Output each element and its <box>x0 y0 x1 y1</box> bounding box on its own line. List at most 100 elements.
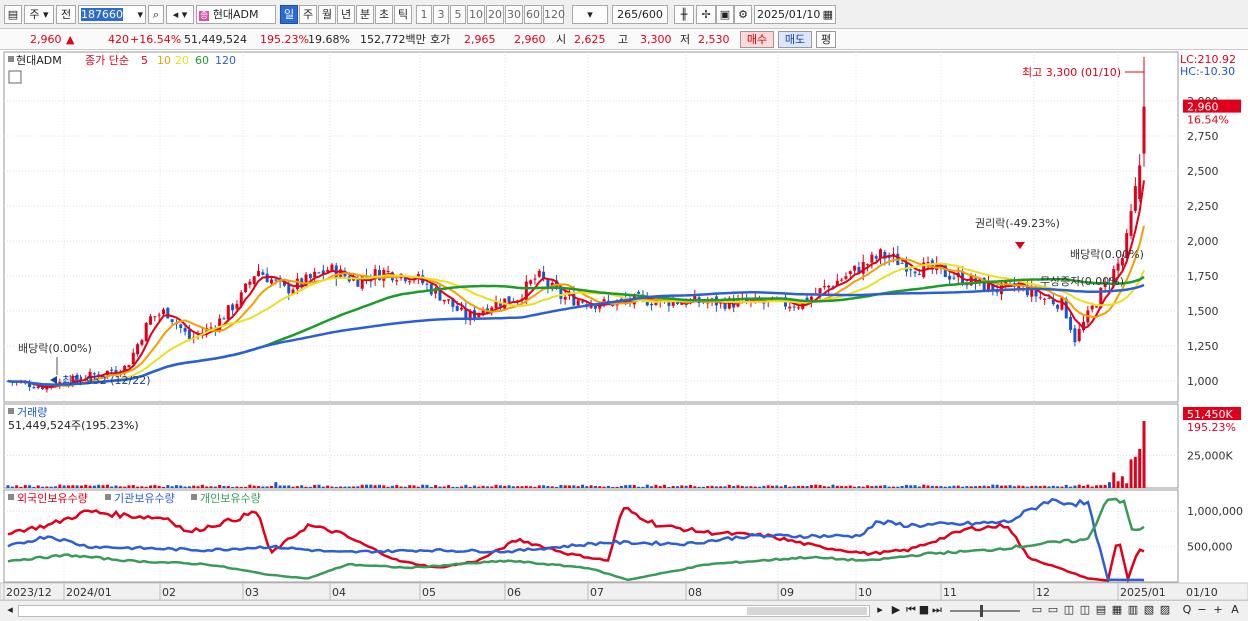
interval-button-6[interactable]: 60 <box>524 5 542 24</box>
period-button-2[interactable]: 월 <box>318 5 336 24</box>
layout-icon-3[interactable]: ◫ <box>1062 603 1076 617</box>
volume-bar <box>334 486 338 488</box>
period-button-5[interactable]: 초 <box>375 5 393 24</box>
volume-bar <box>697 486 701 488</box>
interval-button-5[interactable]: 30 <box>505 5 523 24</box>
buy-button[interactable]: 매수 <box>740 31 774 48</box>
stop-icon[interactable]: ■ <box>918 603 930 617</box>
volume-bar <box>1099 485 1103 488</box>
low-price: 2,530 <box>698 33 730 46</box>
period-button-3[interactable]: 년 <box>337 5 355 24</box>
window-menu-icon[interactable]: ▤ <box>4 5 22 24</box>
volume-bar <box>719 486 723 488</box>
interval-dropdown[interactable]: ▾ <box>572 5 608 24</box>
volume-bar <box>347 486 351 488</box>
interval-button-7[interactable]: 120 <box>543 5 565 24</box>
volume-bar <box>123 486 127 488</box>
candle-type-icon[interactable]: ╫ <box>674 5 694 24</box>
scroll-left-icon[interactable]: ◂ <box>4 603 16 617</box>
volume-bar <box>779 486 783 488</box>
scroll-right-icon[interactable]: ▸ <box>874 603 886 617</box>
interval-button-0[interactable]: 1 <box>416 5 432 24</box>
zoom-slider-handle[interactable] <box>980 605 983 617</box>
zoom-search-icon[interactable]: Q <box>1180 603 1194 617</box>
layout-icon-2[interactable]: ▭ <box>1046 603 1060 617</box>
holdings-legend-square <box>105 494 111 500</box>
volume-bar <box>1086 484 1090 488</box>
auto-scale-icon[interactable]: A <box>1228 603 1242 617</box>
eval-button[interactable]: 평 <box>816 31 836 48</box>
legend-ma-60: 60 <box>195 54 209 67</box>
layout-icon-9[interactable]: ▨ <box>1158 603 1172 617</box>
volume-bar <box>494 484 498 488</box>
volume-bar <box>874 485 878 488</box>
period-button-0[interactable]: 일 <box>280 5 298 24</box>
calendar-icon[interactable]: ▦ <box>823 6 835 23</box>
volume-bar <box>688 484 692 488</box>
high-price: 3,300 <box>640 33 672 46</box>
layout-icon-4[interactable]: ◫ <box>1078 603 1092 617</box>
play-icon[interactable]: ▶ <box>890 603 902 617</box>
candle-body <box>507 296 511 303</box>
candle-body <box>1142 106 1146 154</box>
volume-bar <box>403 486 407 488</box>
speaker-icon[interactable]: ◂ ▾ <box>166 5 194 24</box>
candle-body <box>179 324 183 329</box>
volume-bar <box>1142 421 1146 488</box>
sell-button[interactable]: 매도 <box>778 31 812 48</box>
candle-body <box>161 309 165 315</box>
horizontal-scrollbar[interactable] <box>18 605 870 617</box>
stock-name-field[interactable]: 종 현대ADM <box>196 5 276 24</box>
volume-bar <box>758 486 762 488</box>
volume-bar <box>572 485 576 488</box>
layout-icon-5[interactable]: ▤ <box>1094 603 1108 617</box>
crosshair-icon[interactable]: ✢ <box>696 5 716 24</box>
stock-chart[interactable]: 1,000 1,250 1,500 1,750 2,000 2,250 2,500 2,750… <box>0 50 1248 600</box>
zoom-in-icon[interactable]: + <box>1212 603 1224 617</box>
period-type-select[interactable]: 주 ▾ <box>24 5 54 24</box>
layout-icon-1[interactable]: ▭ <box>1030 603 1044 617</box>
layout-icon-6[interactable]: ▦ <box>1110 603 1124 617</box>
layout-icon-7[interactable]: ▥ <box>1126 603 1140 617</box>
volume-bar <box>205 486 209 488</box>
period-button-4[interactable]: 분 <box>356 5 374 24</box>
scrollbar-thumb[interactable] <box>747 607 867 615</box>
stock-code-input[interactable]: 187660 ▾ <box>78 5 146 24</box>
volume-bar <box>1051 485 1055 488</box>
candle-body <box>874 256 878 259</box>
volume-bar <box>464 484 468 488</box>
interval-button-2[interactable]: 5 <box>450 5 466 24</box>
volume-bar <box>84 484 88 488</box>
volume-bar <box>840 486 844 488</box>
date-field[interactable]: 2025/01/10 ▦ <box>754 5 836 24</box>
volume-bar <box>978 486 982 488</box>
layout-icon-8[interactable]: ▧ <box>1142 603 1156 617</box>
period-button-1[interactable]: 주 <box>299 5 317 24</box>
gear-icon[interactable]: ⚙ <box>734 5 752 24</box>
count-field[interactable]: 265/600 <box>612 5 668 24</box>
interval-button-3[interactable]: 10 <box>467 5 485 24</box>
volume-bar <box>926 485 930 488</box>
volume-bar <box>317 484 321 488</box>
rewind-icon[interactable]: ⏮ <box>904 603 918 617</box>
interval-button-4[interactable]: 20 <box>486 5 504 24</box>
candle-body <box>408 281 412 283</box>
volume-bar <box>235 486 239 488</box>
zoom-out-icon[interactable]: − <box>1196 603 1208 617</box>
save-icon[interactable]: ▣ <box>716 5 734 24</box>
forward-icon[interactable]: ⏭ <box>930 603 944 617</box>
volume-bar <box>658 486 662 488</box>
interval-button-1[interactable]: 3 <box>433 5 449 24</box>
candle-body <box>442 299 446 302</box>
volume-bar <box>1017 485 1021 488</box>
volume-bar <box>542 485 546 488</box>
holdings-tick: 1,000,000 <box>1187 505 1243 518</box>
x-axis-label: 2023/12 <box>6 586 52 599</box>
candle-body <box>818 288 822 294</box>
period-button-6[interactable]: 틱 <box>394 5 412 24</box>
zoom-slider[interactable] <box>950 605 1020 617</box>
volume-bar <box>131 485 135 488</box>
volume-bar <box>88 485 92 488</box>
prev-button[interactable]: 전 <box>56 5 76 24</box>
search-icon[interactable]: ⌕ <box>148 5 164 24</box>
